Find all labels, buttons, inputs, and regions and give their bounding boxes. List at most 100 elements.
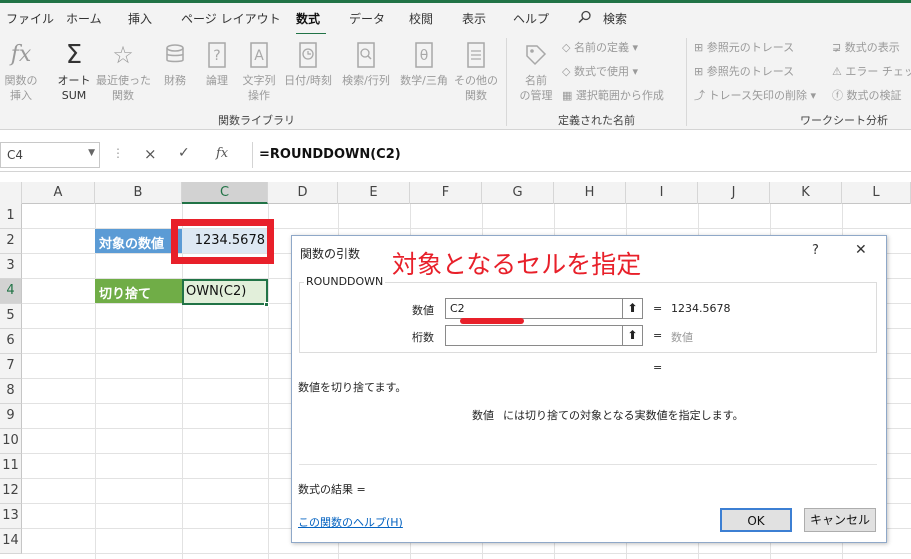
column-header-i[interactable]: I <box>626 182 698 204</box>
column-header-k[interactable]: K <box>770 182 842 204</box>
ok-button[interactable]: OK <box>720 508 792 532</box>
math-button[interactable]: θ 数学/三角 <box>397 40 451 88</box>
menu-data[interactable]: データ <box>349 10 385 27</box>
search-label[interactable]: 検索 <box>603 10 627 27</box>
row-header-6[interactable]: 6 <box>0 329 22 354</box>
arg1-input[interactable]: C2 ⬆ <box>445 298 643 319</box>
create-from-selection-button[interactable]: ▦ 選択範囲から作成 <box>562 88 664 104</box>
name-box-value: C4 <box>7 148 24 162</box>
group-separator <box>506 38 507 126</box>
row-header-7[interactable]: 7 <box>0 354 22 379</box>
evaluate-formula-button[interactable]: ⓕ 数式の検証 <box>832 88 902 104</box>
svg-text:A: A <box>254 48 264 64</box>
trace-dependents-label: 参照先のトレース <box>706 65 795 78</box>
collapse-dialog-icon[interactable]: ⬆ <box>622 299 642 318</box>
row-header-8[interactable]: 8 <box>0 379 22 404</box>
function-help-link[interactable]: この関数のヘルプ(H) <box>298 514 403 530</box>
column-header-b[interactable]: B <box>95 182 182 204</box>
cancel-icon[interactable]: × <box>144 145 157 163</box>
column-header-c[interactable]: C <box>182 182 268 204</box>
collapse-dialog-icon[interactable]: ⬆ <box>622 326 642 345</box>
fill-handle[interactable] <box>264 302 269 307</box>
menu-review[interactable]: 校閲 <box>409 10 433 27</box>
remove-arrows-button[interactable]: ⤴ トレース矢印の削除 ▾ <box>694 88 816 104</box>
cancel-button[interactable]: キャンセル <box>804 508 876 532</box>
row-header-12[interactable]: 12 <box>0 479 22 504</box>
label-icon: ◇ <box>562 41 574 54</box>
define-name-label: 名前の定義 <box>573 41 629 54</box>
menu-formulas[interactable]: 数式 <box>296 10 320 27</box>
more-functions-button[interactable]: その他の 関数 <box>454 40 498 103</box>
lookup-button[interactable]: 検索/行列 <box>339 40 393 88</box>
formula-result-label: 数式の結果 = <box>298 483 366 496</box>
formula-input[interactable]: =ROUNDDOWN(C2) <box>252 142 911 168</box>
row-header-14[interactable]: 14 <box>0 529 22 554</box>
svg-text:θ: θ <box>420 48 429 64</box>
column-header-j[interactable]: J <box>698 182 770 204</box>
theta-book-icon: θ <box>409 40 439 70</box>
row-header-5[interactable]: 5 <box>0 304 22 329</box>
logical-button[interactable]: ? 論理 <box>200 40 234 88</box>
row-header-10[interactable]: 10 <box>0 429 22 454</box>
column-header-h[interactable]: H <box>554 182 626 204</box>
select-all-corner[interactable] <box>0 182 22 204</box>
menu-home[interactable]: ホーム <box>66 10 102 27</box>
column-header-a[interactable]: A <box>22 182 95 204</box>
use-in-formula-button[interactable]: ◇ 数式で使用 ▾ <box>562 64 638 80</box>
arg2-label: 桁数 <box>412 331 434 344</box>
arg-help-text: には切り捨ての対象となる実数値を指定します。 <box>503 409 744 422</box>
lookup-label: 検索/行列 <box>342 74 390 87</box>
highlight-box-c2 <box>171 219 274 264</box>
autosum-button[interactable]: Σ オート SUM <box>54 40 94 103</box>
chevron-down-icon[interactable]: ▼ <box>88 148 95 158</box>
row-header-2[interactable]: 2 <box>0 229 22 254</box>
row-header-4[interactable]: 4 <box>0 279 22 304</box>
close-icon[interactable]: ✕ <box>855 242 867 258</box>
annotation-underline <box>460 318 524 324</box>
row-header-11[interactable]: 11 <box>0 454 22 479</box>
evaluate-formula-label: 数式の検証 <box>846 89 902 102</box>
cell-b2[interactable]: 対象の数値 <box>95 229 182 253</box>
trace-dependents-button[interactable]: ⊞ 参照先のトレース <box>694 64 794 80</box>
column-header-f[interactable]: F <box>410 182 482 204</box>
row-header-9[interactable]: 9 <box>0 404 22 429</box>
menu-page-layout[interactable]: ページ レイアウト <box>181 10 281 27</box>
financial-button[interactable]: 財務 <box>158 40 192 88</box>
column-header-l[interactable]: L <box>842 182 911 204</box>
recent-label: 最近使った 関数 <box>96 74 151 102</box>
datetime-button[interactable]: 日付/時刻 <box>282 40 334 88</box>
trace-precedents-button[interactable]: ⊞ 参照元のトレース <box>694 40 794 56</box>
search-icon[interactable] <box>578 10 592 27</box>
enter-icon[interactable]: ✓ <box>178 145 190 161</box>
row-header-13[interactable]: 13 <box>0 504 22 529</box>
column-header-g[interactable]: G <box>482 182 554 204</box>
group-label-defined-names: 定義された名前 <box>558 114 635 127</box>
show-formulas-label: 数式の表示 <box>844 41 900 54</box>
show-formulas-button[interactable]: ⋥ 数式の表示 <box>832 40 900 56</box>
row-header-1[interactable]: 1 <box>0 204 22 229</box>
insert-function-button[interactable]: fx 関数の 挿入 <box>2 40 40 103</box>
arg2-equals: = <box>653 329 663 342</box>
row-header-3[interactable]: 3 <box>0 254 22 279</box>
menu-insert[interactable]: 挿入 <box>128 10 152 27</box>
svg-text:?: ? <box>213 48 220 64</box>
cell-c4-active[interactable]: OWN(C2) <box>182 279 268 305</box>
column-header-e[interactable]: E <box>338 182 410 204</box>
arg2-input[interactable]: ⬆ <box>445 325 643 346</box>
define-name-button[interactable]: ◇ 名前の定義 ▾ <box>562 40 638 56</box>
function-description: 数値を切り捨てます。 <box>298 381 407 394</box>
error-checking-button[interactable]: ⚠ エラー チェック <box>832 64 911 80</box>
column-header-d[interactable]: D <box>268 182 338 204</box>
insert-function-icon[interactable]: fx <box>216 146 228 161</box>
name-manager-button[interactable]: 名前 の管理 <box>514 40 558 103</box>
menu-help[interactable]: ヘルプ <box>513 10 549 27</box>
recent-functions-button[interactable]: ☆ 最近使った 関数 <box>96 40 151 103</box>
cell-b4[interactable]: 切り捨て <box>95 279 182 303</box>
name-box[interactable]: C4 ▼ <box>0 142 100 168</box>
menu-file[interactable]: ファイル <box>6 10 54 27</box>
coins-icon <box>160 40 190 70</box>
menu-view[interactable]: 表示 <box>462 10 486 27</box>
text-functions-button[interactable]: A 文字列 操作 <box>240 40 278 103</box>
remove-arrows-label: トレース矢印の削除 <box>708 89 807 102</box>
help-icon[interactable]: ? <box>812 243 819 258</box>
